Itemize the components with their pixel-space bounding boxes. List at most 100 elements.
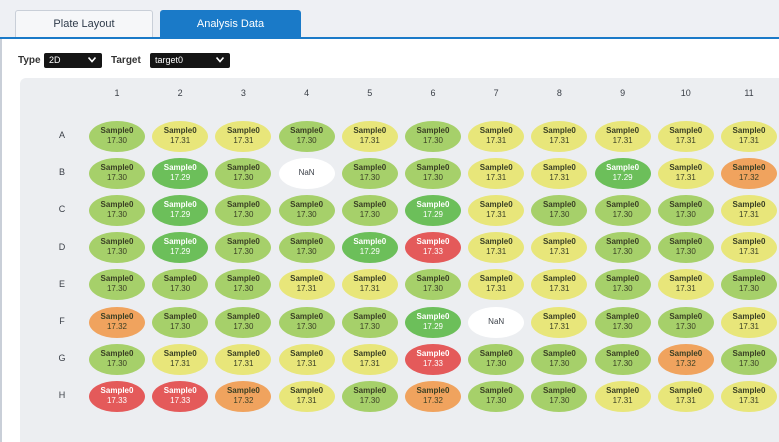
plate-well[interactable]: Sample0 17.30 [278, 306, 335, 338]
plate-well[interactable]: Sample0 17.32 [89, 306, 145, 338]
plate-well[interactable]: Sample0 17.31 [657, 157, 714, 189]
well-sample-name: Sample0 [226, 348, 260, 358]
plate-well[interactable]: Sample0 17.30 [215, 232, 272, 264]
plate-well[interactable]: Sample0 17.30 [531, 380, 588, 412]
plate-well[interactable]: Sample0 17.31 [531, 120, 588, 152]
plate-well[interactable]: Sample0 17.30 [721, 269, 777, 301]
plate-well[interactable]: Sample0 17.31 [468, 120, 525, 152]
plate-well[interactable]: Sample0 17.29 [152, 194, 209, 226]
plate-well[interactable]: Sample0 17.31 [531, 157, 588, 189]
plate-well[interactable]: Sample0 17.33 [152, 380, 209, 412]
well-sample-name: Sample0 [226, 385, 260, 395]
plate-well[interactable]: Sample0 17.31 [152, 343, 209, 375]
plate-well[interactable]: Sample0 17.32 [405, 380, 461, 412]
plate-well[interactable]: Sample0 17.30 [468, 343, 525, 375]
plate-well[interactable]: Sample0 17.33 [405, 232, 461, 264]
plate-well[interactable]: Sample0 17.31 [278, 343, 335, 375]
plate-well[interactable]: Sample0 17.31 [152, 120, 209, 152]
plate-well[interactable]: Sample0 17.30 [405, 120, 461, 152]
plate-well[interactable]: Sample0 17.30 [215, 306, 272, 338]
plate-well[interactable]: Sample0 17.31 [721, 232, 777, 264]
plate-well[interactable]: Sample0 17.30 [89, 343, 145, 375]
plate-well[interactable]: Sample0 17.30 [278, 120, 335, 152]
plate-well[interactable]: Sample0 17.31 [657, 269, 714, 301]
plate-well[interactable]: Sample0 17.30 [215, 269, 272, 301]
plate-well[interactable]: Sample0 17.33 [405, 343, 461, 375]
plate-well[interactable]: Sample0 17.32 [215, 380, 272, 412]
plate-well[interactable]: Sample0 17.30 [89, 157, 145, 189]
plate-well[interactable]: NaN [468, 306, 525, 338]
plate-well[interactable]: Sample0 17.30 [89, 232, 145, 264]
well-sample-name: Sample0 [542, 385, 576, 395]
type-select[interactable]: 2D [44, 53, 102, 68]
plate-well[interactable]: Sample0 17.30 [341, 380, 398, 412]
plate-well[interactable]: Sample0 17.29 [405, 306, 461, 338]
plate-well[interactable]: Sample0 17.31 [341, 343, 398, 375]
plate-well[interactable]: Sample0 17.29 [341, 232, 398, 264]
plate-well[interactable]: Sample0 17.31 [721, 120, 777, 152]
plate-well[interactable]: Sample0 17.31 [468, 194, 525, 226]
target-select[interactable]: target0 [150, 53, 230, 68]
plate-well[interactable]: Sample0 17.30 [341, 157, 398, 189]
plate-well[interactable]: Sample0 17.29 [152, 157, 209, 189]
plate-well[interactable]: Sample0 17.31 [594, 120, 651, 152]
plate-well[interactable]: Sample0 17.30 [152, 269, 209, 301]
plate-well[interactable]: Sample0 17.31 [468, 269, 525, 301]
plate-well[interactable]: Sample0 17.30 [657, 232, 714, 264]
plate-well[interactable]: Sample0 17.31 [531, 269, 588, 301]
plate-well[interactable]: Sample0 17.31 [215, 343, 272, 375]
tab-plate-layout[interactable]: Plate Layout [15, 10, 153, 38]
plate-well[interactable]: Sample0 17.31 [278, 269, 335, 301]
plate-well[interactable]: Sample0 17.31 [721, 380, 777, 412]
plate-well[interactable]: Sample0 17.30 [405, 269, 461, 301]
plate-well[interactable]: Sample0 17.30 [152, 306, 209, 338]
plate-well[interactable]: NaN [278, 157, 335, 189]
plate-well[interactable]: Sample0 17.30 [341, 194, 398, 226]
well-value: 17.30 [612, 247, 633, 257]
plate-well[interactable]: Sample0 17.29 [152, 232, 209, 264]
plate-well[interactable]: Sample0 17.32 [657, 343, 714, 375]
plate-well[interactable]: Sample0 17.30 [657, 194, 714, 226]
plate-well[interactable]: Sample0 17.31 [657, 120, 714, 152]
plate-well[interactable]: Sample0 17.31 [594, 380, 651, 412]
plate-well[interactable]: Sample0 17.31 [278, 380, 335, 412]
plate-well[interactable]: Sample0 17.30 [405, 157, 461, 189]
plate-well[interactable]: Sample0 17.30 [721, 343, 777, 375]
plate-well[interactable]: Sample0 17.30 [89, 120, 145, 152]
plate-well[interactable]: Sample0 17.30 [594, 194, 651, 226]
plate-well[interactable]: Sample0 17.30 [657, 306, 714, 338]
plate-well[interactable]: Sample0 17.29 [405, 194, 461, 226]
plate-well[interactable]: Sample0 17.30 [468, 380, 525, 412]
plate-well[interactable]: Sample0 17.30 [594, 306, 651, 338]
plate-well[interactable]: Sample0 17.30 [594, 269, 651, 301]
plate-well[interactable]: Sample0 17.31 [657, 380, 714, 412]
plate-well[interactable]: Sample0 17.31 [468, 157, 525, 189]
well-value: 17.31 [738, 135, 760, 145]
plate-well[interactable]: Sample0 17.31 [721, 306, 777, 338]
plate-well[interactable]: Sample0 17.30 [89, 194, 145, 226]
plate-well[interactable]: Sample0 17.31 [341, 269, 398, 301]
plate-well[interactable]: Sample0 17.31 [468, 232, 525, 264]
plate-well[interactable]: Sample0 17.32 [721, 157, 777, 189]
well-value: 17.29 [612, 172, 633, 182]
well-value: 17.32 [675, 358, 696, 368]
plate-well[interactable]: Sample0 17.31 [215, 120, 272, 152]
plate-well[interactable]: Sample0 17.31 [531, 306, 588, 338]
plate-well[interactable]: Sample0 17.31 [531, 232, 588, 264]
plate-well[interactable]: Sample0 17.30 [278, 232, 335, 264]
plate-well[interactable]: Sample0 17.30 [341, 306, 398, 338]
plate-well[interactable]: Sample0 17.31 [721, 194, 777, 226]
type-label: Type [18, 55, 41, 66]
plate-well[interactable]: Sample0 17.30 [594, 343, 651, 375]
plate-well[interactable]: Sample0 17.31 [341, 120, 398, 152]
tab-analysis-data[interactable]: Analysis Data [160, 10, 301, 38]
plate-well[interactable]: Sample0 17.30 [215, 157, 272, 189]
plate-well[interactable]: Sample0 17.29 [594, 157, 651, 189]
plate-well[interactable]: Sample0 17.30 [531, 343, 588, 375]
plate-well[interactable]: Sample0 17.30 [89, 269, 145, 301]
plate-well[interactable]: Sample0 17.30 [594, 232, 651, 264]
plate-well[interactable]: Sample0 17.30 [215, 194, 272, 226]
plate-well[interactable]: Sample0 17.30 [278, 194, 335, 226]
plate-well[interactable]: Sample0 17.30 [531, 194, 588, 226]
plate-well[interactable]: Sample0 17.33 [89, 380, 145, 412]
